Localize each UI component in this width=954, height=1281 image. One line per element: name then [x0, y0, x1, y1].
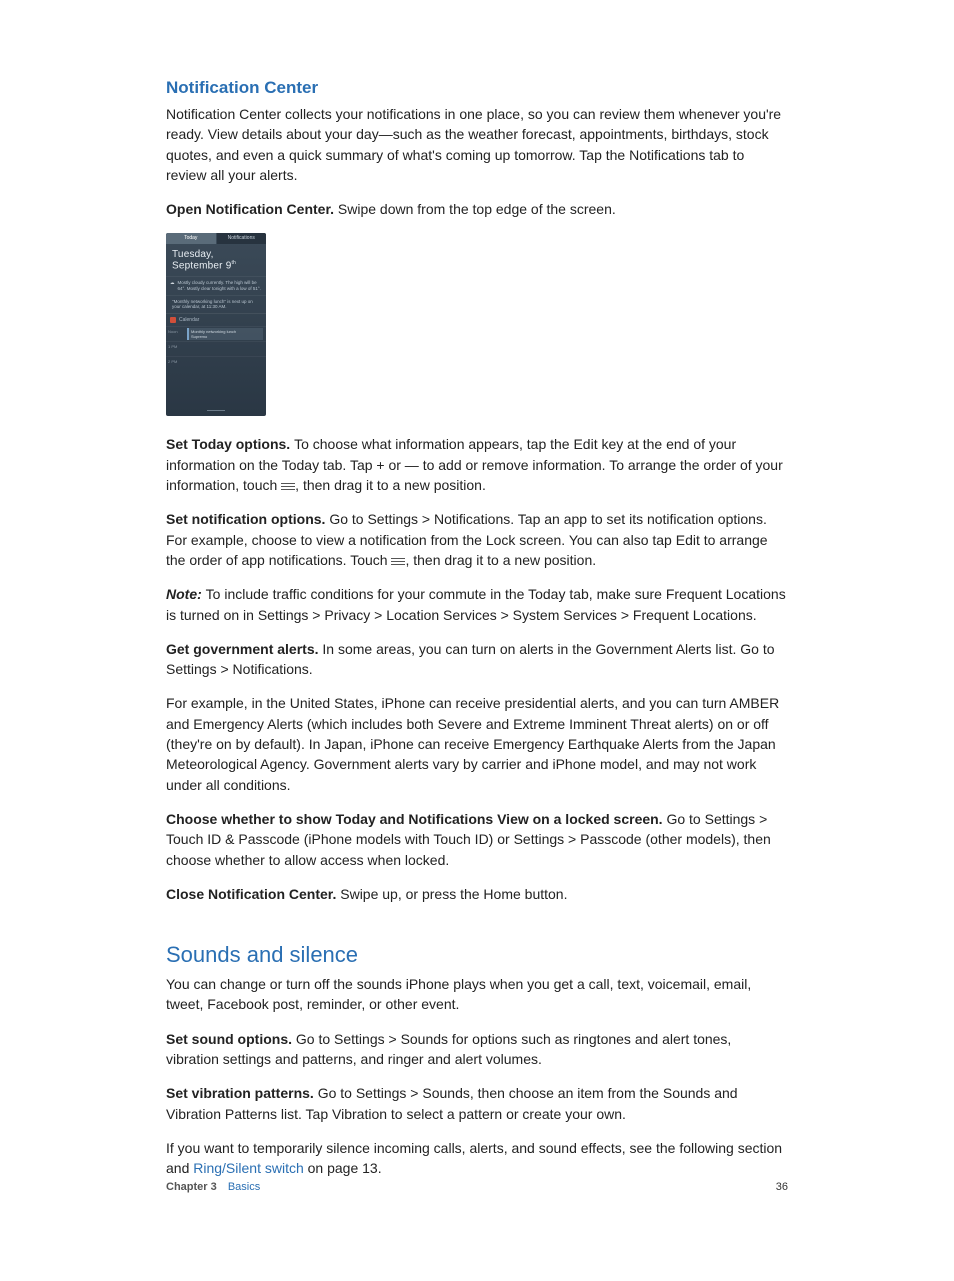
text: Swipe down from the top edge of the scre…	[338, 201, 616, 217]
paragraph: Set notification options. Go to Settings…	[166, 509, 788, 570]
paragraph: Notification Center collects your notifi…	[166, 104, 788, 185]
page-footer: Chapter 3 Basics 36	[166, 1181, 788, 1193]
screenshot-date: Tuesday, September 9th	[166, 244, 266, 275]
screenshot-date-line2: September 9th	[172, 260, 260, 271]
bold-label: Close Notification Center.	[166, 886, 340, 902]
paragraph: You can change or turn off the sounds iP…	[166, 974, 788, 1015]
drag-handle-icon	[391, 556, 405, 566]
heading-notification-center: Notification Center	[166, 78, 788, 98]
paragraph: Get government alerts. In some areas, yo…	[166, 639, 788, 680]
text: Swipe up, or press the Home button.	[340, 886, 567, 902]
paragraph: Choose whether to show Today and Notific…	[166, 809, 788, 870]
bold-label: Set vibration patterns.	[166, 1085, 318, 1101]
bold-label: Set Today options.	[166, 436, 294, 452]
cloud-icon: ☁	[170, 280, 175, 292]
footer-chapter-name: Basics	[228, 1181, 260, 1193]
screenshot-tab-notifications: Notifications	[217, 233, 267, 244]
bold-label: Get government alerts.	[166, 641, 322, 657]
paragraph: Set sound options. Go to Settings > Soun…	[166, 1029, 788, 1070]
footer-chapter-number: Chapter 3	[166, 1181, 217, 1193]
bold-label: Set sound options.	[166, 1031, 296, 1047]
bold-label: Set notification options.	[166, 511, 329, 527]
screenshot-next-event: "Monthly networking lunch" is next up on…	[166, 295, 266, 314]
paragraph: Close Notification Center. Swipe up, or …	[166, 884, 788, 904]
heading-sounds-and-silence: Sounds and silence	[166, 942, 788, 968]
paragraph: Open Notification Center. Swipe down fro…	[166, 199, 788, 219]
grabber-icon	[207, 410, 225, 414]
bold-label: Choose whether to show Today and Notific…	[166, 811, 666, 827]
text: To include traffic conditions for your c…	[166, 586, 786, 622]
paragraph: Set vibration patterns. Go to Settings >…	[166, 1083, 788, 1124]
calendar-app-icon	[170, 317, 176, 323]
screenshot-weather-text: Mostly cloudy currently. The high will b…	[178, 280, 263, 292]
footer-page-number: 36	[776, 1181, 788, 1193]
text: , then drag it to a new position.	[405, 552, 596, 568]
screenshot-weather: ☁ Mostly cloudy currently. The high will…	[166, 276, 266, 295]
screenshot-time-label: 2 PM	[166, 357, 184, 371]
bold-label: Open Notification Center.	[166, 201, 338, 217]
screenshot-time-label: 1 PM	[166, 342, 184, 356]
screenshot-calendar-rows: Noon Monthly networking lunch Supremo 1 …	[166, 326, 266, 371]
footer-chapter: Chapter 3 Basics	[166, 1181, 260, 1193]
drag-handle-icon	[281, 481, 295, 491]
screenshot-event: Monthly networking lunch Supremo	[187, 328, 263, 340]
note-paragraph: Note: To include traffic conditions for …	[166, 584, 788, 625]
screenshot-date-line1: Tuesday,	[172, 249, 260, 260]
notification-center-screenshot: Today Notifications Tuesday, September 9…	[166, 233, 266, 416]
note-label: Note:	[166, 586, 206, 602]
screenshot-tabs: Today Notifications	[166, 233, 266, 244]
screenshot-time-label: Noon	[166, 327, 184, 341]
paragraph: For example, in the United States, iPhon…	[166, 693, 788, 794]
text: on page 13.	[304, 1160, 382, 1176]
screenshot-calendar-label: Calendar	[179, 317, 199, 323]
paragraph: Set Today options. To choose what inform…	[166, 434, 788, 495]
text: , then drag it to a new position.	[295, 477, 486, 493]
document-page: Notification Center Notification Center …	[0, 0, 954, 1281]
screenshot-tab-today: Today	[166, 233, 217, 244]
paragraph: If you want to temporarily silence incom…	[166, 1138, 788, 1179]
link-ring-silent-switch[interactable]: Ring/Silent switch	[193, 1160, 304, 1176]
screenshot-calendar-header: Calendar	[166, 313, 266, 326]
